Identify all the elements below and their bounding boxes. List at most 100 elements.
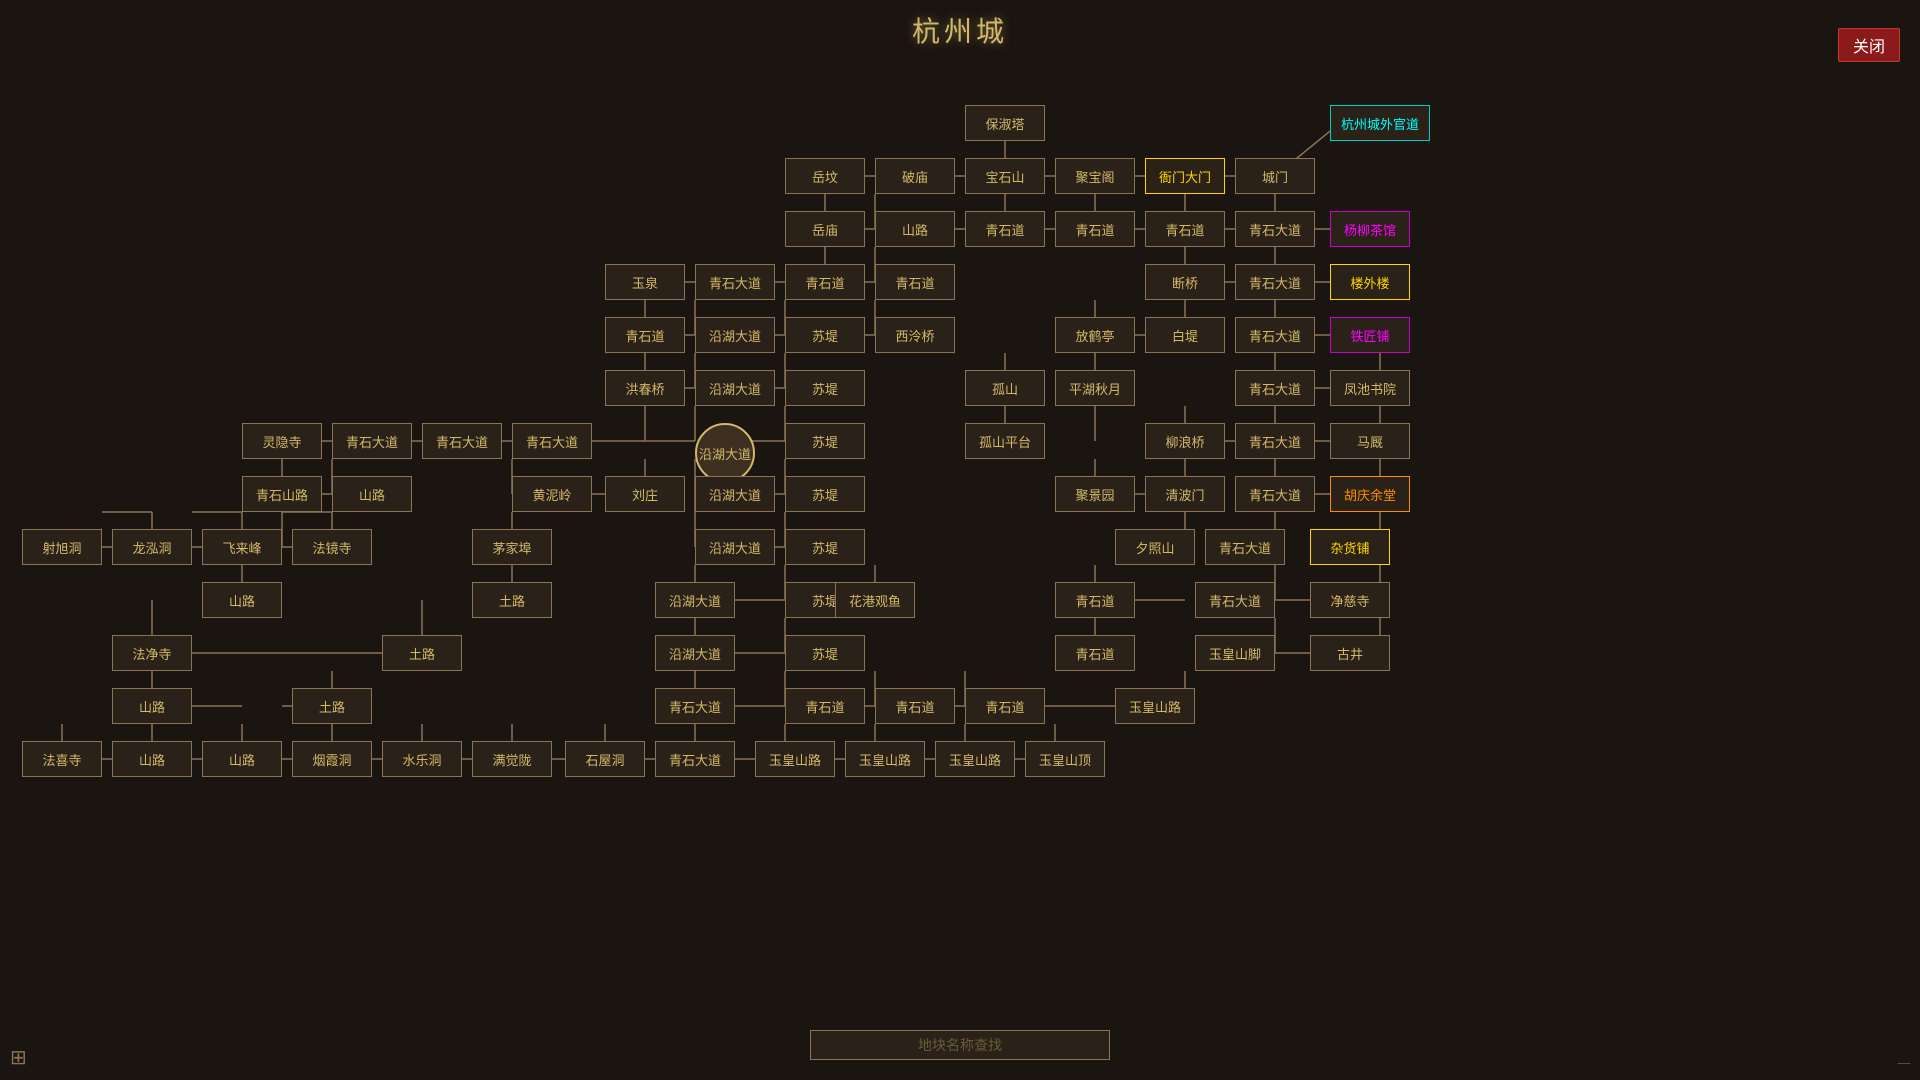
node-qingshidadao8[interactable]: 青石大道 — [512, 423, 592, 459]
node-sudi7[interactable]: 苏堤 — [785, 635, 865, 671]
node-qingshidadao14[interactable]: 青石大道 — [655, 741, 735, 777]
node-qingshidadao5[interactable]: 青石大道 — [1235, 370, 1315, 406]
node-xizhaoshan[interactable]: 夕照山 — [1115, 529, 1195, 565]
node-qingshidao1[interactable]: 青石道 — [965, 211, 1045, 247]
node-yanghudadao3[interactable]: 沿湖大道 — [695, 423, 755, 483]
node-baosuta[interactable]: 保淑塔 — [965, 105, 1045, 141]
node-shanlu5[interactable]: 山路 — [112, 741, 192, 777]
node-qingshishanlv[interactable]: 青石山路 — [242, 476, 322, 512]
node-baidi[interactable]: 白堤 — [1145, 317, 1225, 353]
node-yuhuangshanlu[interactable]: 玉皇山路 — [1115, 688, 1195, 724]
node-jujingyuan[interactable]: 聚景园 — [1055, 476, 1135, 512]
node-liulanqiao[interactable]: 柳浪桥 — [1145, 423, 1225, 459]
node-qingshidao10[interactable]: 青石道 — [875, 688, 955, 724]
node-qingshidadao10[interactable]: 青石大道 — [1235, 476, 1315, 512]
node-yuhuangshanlu2[interactable]: 玉皇山路 — [755, 741, 835, 777]
node-qingshidadao11[interactable]: 青石大道 — [1205, 529, 1285, 565]
node-qingshidadao9[interactable]: 青石大道 — [1235, 423, 1315, 459]
node-faxisi[interactable]: 法喜寺 — [22, 741, 102, 777]
node-yuemiao[interactable]: 岳庙 — [785, 211, 865, 247]
node-hongchunqiao[interactable]: 洪春桥 — [605, 370, 685, 406]
node-tulu1[interactable]: 土路 — [472, 582, 552, 618]
node-qingshidadao7[interactable]: 青石大道 — [422, 423, 502, 459]
node-yanwudong[interactable]: 烟霞洞 — [292, 741, 372, 777]
node-huangniling[interactable]: 黄泥岭 — [512, 476, 592, 512]
node-xilengqiao[interactable]: 西泠桥 — [875, 317, 955, 353]
node-qingshidao9[interactable]: 青石道 — [785, 688, 865, 724]
node-qingshidao5[interactable]: 青石道 — [875, 264, 955, 300]
node-yanghudadao2[interactable]: 沿湖大道 — [695, 370, 775, 406]
node-qingshidadao6[interactable]: 青石大道 — [332, 423, 412, 459]
node-qingshidao4[interactable]: 青石道 — [785, 264, 865, 300]
node-huagangguanyu[interactable]: 花港观鱼 — [835, 582, 915, 618]
node-tiejianzhu[interactable]: 铁匠铺 — [1330, 317, 1410, 353]
node-sudi3[interactable]: 苏堤 — [785, 423, 865, 459]
node-hangzhouwai[interactable]: 杭州城外官道 — [1330, 105, 1430, 141]
node-yanghudadao4[interactable]: 沿湖大道 — [695, 476, 775, 512]
search-input[interactable] — [810, 1030, 1110, 1060]
node-qingshidadao12[interactable]: 青石大道 — [1195, 582, 1275, 618]
node-qingshidadao2[interactable]: 青石大道 — [695, 264, 775, 300]
node-shanlu3[interactable]: 山路 — [202, 582, 282, 618]
node-maji[interactable]: 马厩 — [1330, 423, 1410, 459]
node-sudi2[interactable]: 苏堤 — [785, 370, 865, 406]
node-qingshidao11[interactable]: 青石道 — [965, 688, 1045, 724]
node-yanghudadao1[interactable]: 沿湖大道 — [695, 317, 775, 353]
node-yuhuangshandeng[interactable]: 玉皇山顶 — [1025, 741, 1105, 777]
node-shiwudong[interactable]: 石屋洞 — [565, 741, 645, 777]
node-lingyinsi[interactable]: 灵隐寺 — [242, 423, 322, 459]
node-yuhuangshanlv2[interactable]: 玉皇山路 — [845, 741, 925, 777]
node-zahuopu[interactable]: 杂货铺 — [1310, 529, 1390, 565]
node-qingshidao8[interactable]: 青石道 — [1055, 635, 1135, 671]
node-sudi5[interactable]: 苏堤 — [785, 529, 865, 565]
node-shanlu6[interactable]: 山路 — [202, 741, 282, 777]
node-jubaoge[interactable]: 聚宝阁 — [1055, 158, 1135, 194]
node-tulu2[interactable]: 土路 — [382, 635, 462, 671]
node-liuzhuang[interactable]: 刘庄 — [605, 476, 685, 512]
node-gushanpingtai[interactable]: 孤山平台 — [965, 423, 1045, 459]
node-yamen[interactable]: 衙门大门 — [1145, 158, 1225, 194]
node-failaifeng[interactable]: 飞来峰 — [202, 529, 282, 565]
node-shuiledong[interactable]: 水乐洞 — [382, 741, 462, 777]
node-pinghushiqiu[interactable]: 平湖秋月 — [1055, 370, 1135, 406]
node-qingshidao3[interactable]: 青石道 — [1145, 211, 1225, 247]
node-qingshidadao13[interactable]: 青石大道 — [655, 688, 735, 724]
node-yanghudadao5[interactable]: 沿湖大道 — [695, 529, 775, 565]
node-yuhuangshanji[interactable]: 玉皇山脚 — [1195, 635, 1275, 671]
node-duanqiao[interactable]: 断桥 — [1145, 264, 1225, 300]
node-maojiabu[interactable]: 茅家埠 — [472, 529, 552, 565]
node-pomiao[interactable]: 破庙 — [875, 158, 955, 194]
node-tulu3[interactable]: 土路 — [292, 688, 372, 724]
node-shanlu1[interactable]: 山路 — [875, 211, 955, 247]
node-qingbomen[interactable]: 清波门 — [1145, 476, 1225, 512]
node-manjuedian[interactable]: 满觉陇 — [472, 741, 552, 777]
node-yanghudadao6[interactable]: 沿湖大道 — [655, 582, 735, 618]
node-lowaibuild[interactable]: 楼外楼 — [1330, 264, 1410, 300]
node-yanghudadao7[interactable]: 沿湖大道 — [655, 635, 735, 671]
node-qingshidadao1[interactable]: 青石大道 — [1235, 211, 1315, 247]
node-baoshishan[interactable]: 宝石山 — [965, 158, 1045, 194]
node-yuquan[interactable]: 玉泉 — [605, 264, 685, 300]
node-qingshidao2[interactable]: 青石道 — [1055, 211, 1135, 247]
node-fangheting[interactable]: 放鹤亭 — [1055, 317, 1135, 353]
node-jingcisi[interactable]: 净慈寺 — [1310, 582, 1390, 618]
node-shanlu4[interactable]: 山路 — [112, 688, 192, 724]
node-qingshidadao3[interactable]: 青石大道 — [1235, 264, 1315, 300]
node-gushan[interactable]: 孤山 — [965, 370, 1045, 406]
node-longhongdong[interactable]: 龙泓洞 — [112, 529, 192, 565]
node-sudi1[interactable]: 苏堤 — [785, 317, 865, 353]
node-sudi4[interactable]: 苏堤 — [785, 476, 865, 512]
node-qingshidadao4[interactable]: 青石大道 — [1235, 317, 1315, 353]
node-qingshidao6[interactable]: 青石道 — [605, 317, 685, 353]
node-yangliu[interactable]: 杨柳茶馆 — [1330, 211, 1410, 247]
node-chengmen[interactable]: 城门 — [1235, 158, 1315, 194]
node-yufen[interactable]: 岳坟 — [785, 158, 865, 194]
node-shexudong[interactable]: 射旭洞 — [22, 529, 102, 565]
node-fengchishuyuan[interactable]: 凤池书院 — [1330, 370, 1410, 406]
node-yuhuangshanlv3[interactable]: 玉皇山路 — [935, 741, 1015, 777]
node-gujing[interactable]: 古井 — [1310, 635, 1390, 671]
node-fajingsi2[interactable]: 法净寺 — [112, 635, 192, 671]
node-qingshidao7[interactable]: 青石道 — [1055, 582, 1135, 618]
node-shanlu2[interactable]: 山路 — [332, 476, 412, 512]
node-fajingsi[interactable]: 法镜寺 — [292, 529, 372, 565]
